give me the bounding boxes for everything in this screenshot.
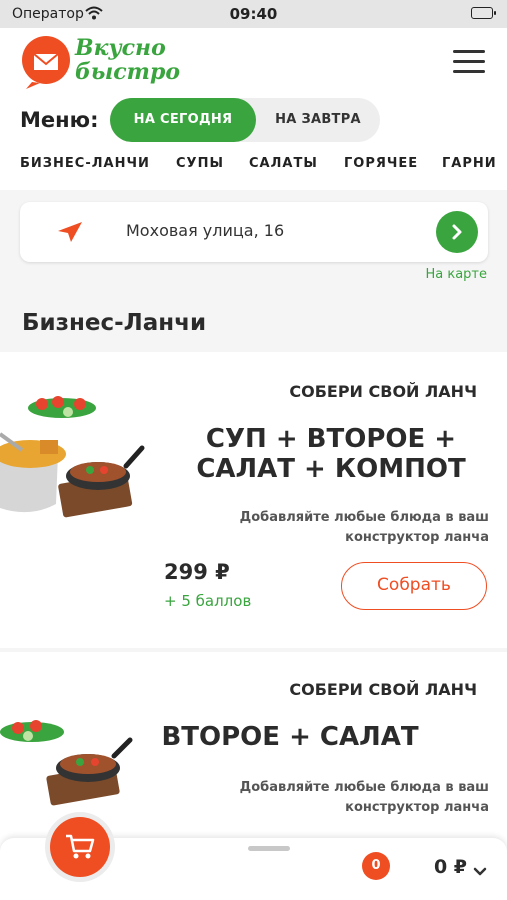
combo-line-1: СУП + ВТОРОЕ + — [205, 424, 457, 454]
card-combo-title: ВТОРОЕ + САЛАТ — [150, 722, 430, 752]
card-price: 299 ₽ — [164, 560, 230, 584]
cart-total: 0 ₽ — [433, 856, 467, 878]
chevron-down-icon[interactable] — [473, 862, 487, 881]
clock-time: 09:40 — [229, 5, 278, 23]
category-hot[interactable]: ГОРЯЧЕЕ — [344, 156, 418, 171]
address-selector[interactable]: Моховая улица, 16 — [20, 202, 488, 262]
card-combo-title: СУП + ВТОРОЕ + САЛАТ + КОМПОТ — [196, 424, 466, 484]
section-title: Бизнес-Ланчи — [22, 310, 207, 336]
category-tabs: БИЗНЕС-ЛАНЧИ СУПЫ САЛАТЫ ГОРЯЧЕЕ ГАРНИ — [0, 156, 507, 178]
card-kicker: СОБЕРИ СВОЙ ЛАНЧ — [289, 680, 477, 699]
card-kicker: СОБЕРИ СВОЙ ЛАНЧ — [289, 382, 477, 401]
card-hint: Добавляйте любые блюда в ваш конструктор… — [219, 508, 489, 548]
category-salads[interactable]: САЛАТЫ — [249, 156, 318, 171]
combo-line-2: САЛАТ + КОМПОТ — [196, 454, 466, 484]
map-link[interactable]: На карте — [425, 267, 487, 282]
address-go-button[interactable] — [436, 211, 478, 253]
logo-line-2: быстро — [75, 59, 181, 85]
navigation-arrow-icon — [56, 220, 84, 248]
day-toggle: НА СЕГОДНЯ НА ЗАВТРА — [110, 98, 380, 142]
drag-handle[interactable] — [248, 846, 290, 851]
battery-icon — [471, 7, 496, 19]
card-hint: Добавляйте любые блюда в ваш конструктор… — [219, 778, 489, 818]
pan-salad-illustration — [0, 720, 133, 806]
chevron-right-icon — [452, 224, 462, 240]
hint-line-1: Добавляйте любые блюда в ваш — [239, 510, 489, 525]
logo-icon — [22, 36, 70, 89]
card-points: + 5 баллов — [164, 592, 252, 610]
tab-tomorrow[interactable]: НА ЗАВТРА — [256, 98, 380, 142]
category-business-lunch[interactable]: БИЗНЕС-ЛАНЧИ — [20, 156, 150, 171]
logo-line-1: Вкусно — [75, 35, 166, 61]
category-soups[interactable]: СУПЫ — [176, 156, 224, 171]
logo-wordmark: Вкусно быстро — [75, 36, 180, 84]
address-value: Моховая улица, 16 — [126, 221, 285, 240]
hint-line-2: конструктор ланча — [345, 530, 489, 545]
hint-line-1: Добавляйте любые блюда в ваш — [239, 780, 489, 795]
menu-label: Меню: — [20, 108, 99, 132]
cart-icon — [66, 834, 95, 859]
tab-today[interactable]: НА СЕГОДНЯ — [110, 98, 256, 142]
hint-line-2: конструктор ланча — [345, 800, 489, 815]
cart-button[interactable] — [50, 817, 110, 877]
app-header: Вкусно быстро Меню: НА СЕГОДНЯ НА ЗАВТРА… — [0, 28, 507, 190]
soup-pan-illustration — [0, 396, 145, 518]
category-garnish[interactable]: ГАРНИ — [442, 156, 497, 171]
brand-logo[interactable]: Вкусно быстро — [20, 34, 220, 92]
cart-count-badge: 0 — [362, 852, 390, 880]
status-bar: Оператор 09:40 — [0, 0, 507, 28]
lunch-card[interactable]: СОБЕРИ СВОЙ ЛАНЧ СУП + ВТОРОЕ + САЛАТ + … — [0, 352, 507, 648]
combo-line-1: ВТОРОЕ + САЛАТ — [161, 722, 419, 752]
hamburger-icon[interactable] — [453, 50, 485, 74]
collect-button[interactable]: Собрать — [341, 562, 487, 610]
